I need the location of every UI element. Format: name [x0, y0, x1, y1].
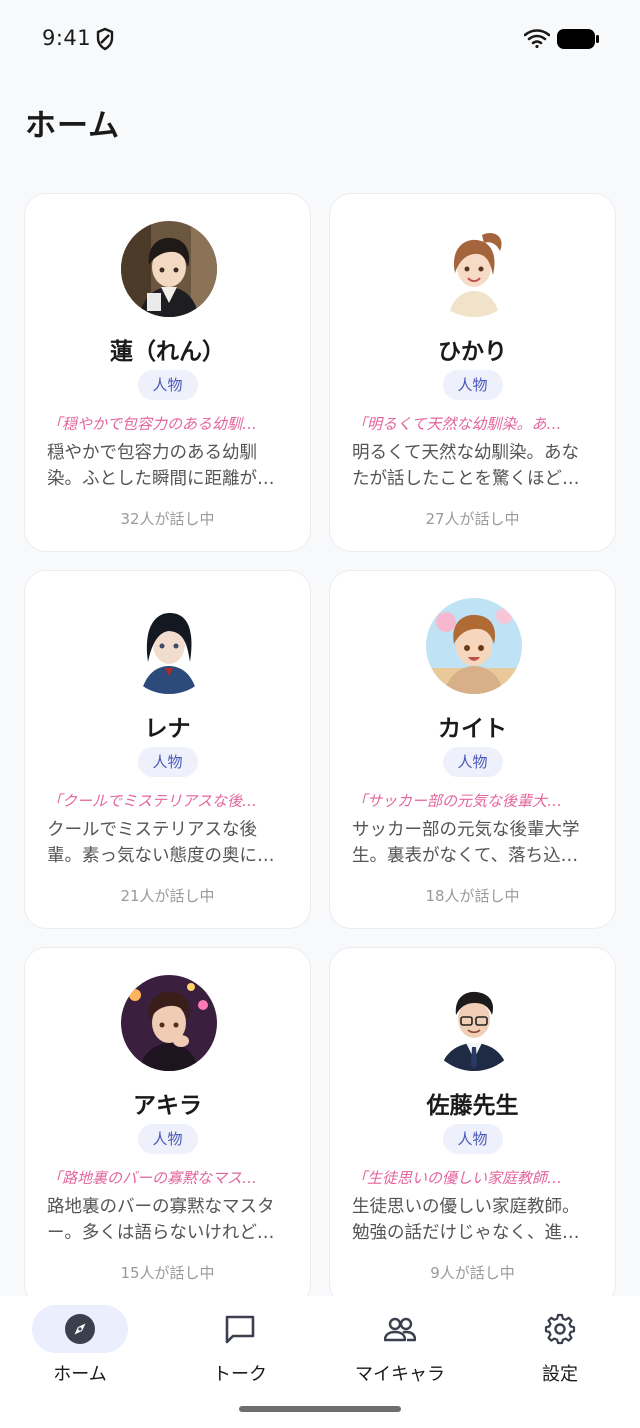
- character-name: アキラ: [133, 1093, 202, 1119]
- character-name: 佐藤先生: [426, 1093, 519, 1119]
- avatar-kaito: [426, 598, 522, 694]
- character-quote: 「穏やかで包容力のある幼馴…: [47, 415, 258, 433]
- talking-count: 9人が話し中: [430, 1264, 515, 1282]
- home-indicator: [239, 1406, 401, 1412]
- character-description: 生徒思いの優しい家庭教師。勉強の話だけじゃなく、進…: [352, 1197, 580, 1243]
- avatar-hikari: [426, 221, 522, 317]
- chat-icon: [225, 1315, 255, 1344]
- avatar-rena: [121, 598, 217, 694]
- compass-icon: [65, 1314, 95, 1344]
- category-tag: 人物: [137, 370, 198, 400]
- character-card-ren[interactable]: 蓮（れん） 人物 「穏やかで包容力のある幼馴… 穏やかで包容力のある幼馴染。ふと…: [24, 193, 311, 552]
- category-tag: 人物: [442, 370, 503, 400]
- nav-settings[interactable]: 設定: [480, 1304, 640, 1394]
- character-card-kaito[interactable]: カイト 人物 「サッカー部の元気な後輩大… サッカー部の元気な後輩大学生。裏表が…: [329, 570, 616, 929]
- talking-count: 18人が話し中: [425, 887, 520, 905]
- avatar-akira: [121, 975, 217, 1071]
- character-description: サッカー部の元気な後輩大学生。裏表がなくて、落ち込…: [352, 820, 580, 866]
- character-quote: 「生徒思いの優しい家庭教師…: [352, 1169, 563, 1187]
- character-description: 路地裏のバーの寡黙なマスター。多くは語らないけれど…: [47, 1197, 275, 1243]
- talking-count: 32人が話し中: [120, 510, 215, 528]
- page-title: ホーム: [25, 108, 121, 144]
- status-bar: 9:41: [0, 0, 640, 76]
- character-card-sato[interactable]: 佐藤先生 人物 「生徒思いの優しい家庭教師… 生徒思いの優しい家庭教師。勉強の話…: [329, 947, 616, 1296]
- nav-mychara-label: マイキャラ: [355, 1364, 445, 1385]
- nav-home[interactable]: ホーム: [0, 1304, 160, 1394]
- character-quote: 「サッカー部の元気な後輩大…: [352, 792, 563, 810]
- nav-mychara[interactable]: マイキャラ: [320, 1304, 480, 1394]
- character-description: 穏やかで包容力のある幼馴染。ふとした瞬間に距離が…: [47, 443, 275, 489]
- nav-home-label: ホーム: [53, 1364, 107, 1385]
- status-time: 9:41: [42, 26, 92, 50]
- nav-talk[interactable]: トーク: [160, 1304, 320, 1394]
- character-card-rena[interactable]: レナ 人物 「クールでミステリアスな後… クールでミステリアスな後輩。素っ気ない…: [24, 570, 311, 929]
- character-name: 蓮（れん）: [110, 339, 225, 365]
- character-grid: 蓮（れん） 人物 「穏やかで包容力のある幼馴… 穏やかで包容力のある幼馴染。ふと…: [24, 193, 616, 1296]
- talking-count: 21人が話し中: [120, 887, 215, 905]
- nav-settings-label: 設定: [542, 1364, 578, 1385]
- gear-icon: [544, 1313, 576, 1345]
- talking-count: 27人が話し中: [425, 510, 520, 528]
- character-card-hikari[interactable]: ひかり 人物 「明るくて天然な幼馴染。あ… 明るくて天然な幼馴染。あなたが話した…: [329, 193, 616, 552]
- category-tag: 人物: [442, 1124, 503, 1154]
- character-description: 明るくて天然な幼馴染。あなたが話したことを驚くほど…: [352, 443, 580, 489]
- character-name: カイト: [438, 716, 507, 742]
- shield-icon: [96, 27, 114, 51]
- avatar-ren: [121, 221, 217, 317]
- talking-count: 15人が話し中: [120, 1264, 215, 1282]
- character-quote: 「路地裏のバーの寡黙なマス…: [47, 1169, 258, 1187]
- character-quote: 「クールでミステリアスな後…: [47, 792, 258, 810]
- character-description: クールでミステリアスな後輩。素っ気ない態度の奥に…: [47, 820, 275, 866]
- nav-talk-label: トーク: [213, 1364, 267, 1385]
- character-name: レナ: [144, 716, 191, 742]
- character-card-akira[interactable]: アキラ 人物 「路地裏のバーの寡黙なマス… 路地裏のバーの寡黙なマスター。多くは…: [24, 947, 311, 1296]
- home-screen: 9:41 ホーム 蓮（れん） 人物 「穏やかで包容力のある幼馴… 穏やかで包容力…: [0, 0, 640, 1428]
- character-quote: 「明るくて天然な幼馴染。あ…: [352, 415, 562, 433]
- character-name: ひかり: [438, 339, 507, 365]
- category-tag: 人物: [137, 1124, 198, 1154]
- category-tag: 人物: [137, 747, 198, 777]
- avatar-sato: [426, 975, 522, 1071]
- battery-icon: [557, 29, 599, 49]
- wifi-icon: [524, 29, 550, 48]
- category-tag: 人物: [442, 747, 503, 777]
- people-icon: [384, 1317, 416, 1342]
